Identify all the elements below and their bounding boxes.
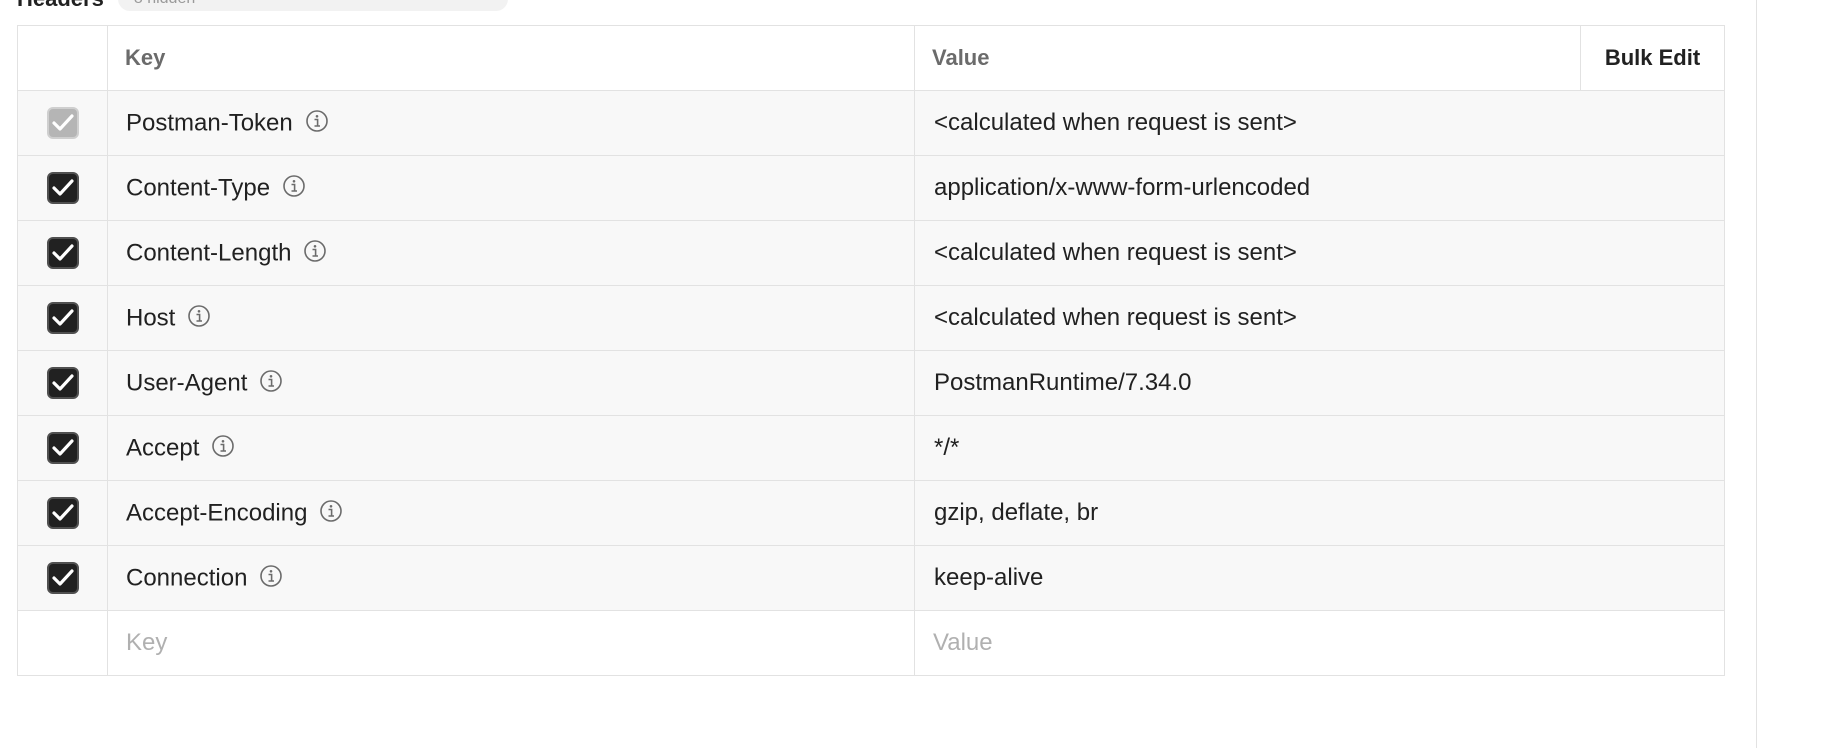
checkbox-column-header	[17, 25, 108, 91]
checkmark-icon	[51, 244, 74, 261]
header-enabled-checkbox[interactable]	[46, 562, 79, 594]
header-value[interactable]: */*	[914, 415, 1725, 481]
bulk-edit-button[interactable]: Bulk Edit	[1580, 25, 1725, 91]
hidden-headers-toggle[interactable]: 8 hidden	[117, 0, 508, 11]
header-row: Accept */*	[17, 415, 1725, 481]
panel-divider	[1756, 0, 1757, 748]
checkmark-icon	[51, 504, 74, 521]
header-value[interactable]: <calculated when request is sent>	[914, 220, 1725, 286]
header-enabled-checkbox[interactable]	[46, 497, 79, 529]
key-column-header: Key	[107, 25, 915, 91]
new-key-input[interactable]: Key	[107, 610, 915, 676]
header-enabled-checkbox[interactable]	[46, 432, 79, 464]
info-icon[interactable]	[259, 564, 283, 588]
info-icon[interactable]	[303, 239, 327, 263]
header-key-cell[interactable]: Content-Type	[107, 155, 915, 221]
header-row: Postman-Token <calculated when request is…	[17, 90, 1725, 156]
checkbox-cell	[17, 350, 108, 416]
value-column-header: Value	[914, 25, 1581, 91]
info-icon[interactable]	[187, 304, 211, 328]
header-value[interactable]: keep-alive	[914, 545, 1725, 611]
info-icon[interactable]	[211, 434, 235, 458]
headers-section-title: Headers	[17, 0, 104, 12]
header-key: Accept-Encoding	[126, 499, 308, 527]
checkbox-cell	[17, 155, 108, 221]
header-value[interactable]: gzip, deflate, br	[914, 480, 1725, 546]
checkmark-icon	[51, 374, 74, 391]
header-key: Host	[126, 304, 176, 332]
header-key: Content-Type	[126, 174, 271, 202]
checkmark-icon	[51, 114, 74, 131]
checkbox-cell	[17, 220, 108, 286]
header-key-cell[interactable]: Host	[107, 285, 915, 351]
checkbox-cell	[17, 90, 108, 156]
header-row: Content-Length <calculated when request i…	[17, 220, 1725, 286]
headers-panel: Headers 8 hidden Key Value Bulk Edit Pos…	[0, 0, 1846, 748]
header-row: Host <calculated when request is sent>	[17, 285, 1725, 351]
headers-table-body: Postman-Token <calculated when request is…	[17, 90, 1725, 676]
header-enabled-checkbox[interactable]	[46, 237, 79, 269]
new-row-checkbox-cell	[17, 610, 108, 676]
info-icon[interactable]	[259, 369, 283, 393]
header-key: Connection	[126, 564, 248, 592]
new-value-input[interactable]: Value	[914, 610, 1725, 676]
checkbox-cell	[17, 415, 108, 481]
header-key: Content-Length	[126, 239, 292, 267]
header-row: Connection keep-alive	[17, 545, 1725, 611]
checkbox-cell	[17, 480, 108, 546]
new-header-row: Key Value	[17, 610, 1725, 676]
header-enabled-checkbox[interactable]	[46, 367, 79, 399]
header-key-cell[interactable]: Postman-Token	[107, 90, 915, 156]
header-key-cell[interactable]: User-Agent	[107, 350, 915, 416]
header-key-cell[interactable]: Connection	[107, 545, 915, 611]
header-key-cell[interactable]: Accept	[107, 415, 915, 481]
header-row: User-Agent PostmanRuntime/7.34.0	[17, 350, 1725, 416]
header-value[interactable]: application/x-www-form-urlencoded	[914, 155, 1725, 221]
value-column-label: Value	[932, 45, 990, 70]
header-row: Accept-Encoding gzip, deflate, br	[17, 480, 1725, 546]
header-key: User-Agent	[126, 369, 248, 397]
checkbox-cell	[17, 545, 108, 611]
headers-table: Key Value Bulk Edit Postman-Token <calcul…	[17, 25, 1725, 676]
key-column-label: Key	[125, 45, 166, 70]
header-enabled-checkbox[interactable]	[46, 172, 79, 204]
header-key-cell[interactable]: Accept-Encoding	[107, 480, 915, 546]
header-value[interactable]: <calculated when request is sent>	[914, 285, 1725, 351]
info-icon[interactable]	[319, 499, 343, 523]
headers-table-header-row: Key Value Bulk Edit	[17, 25, 1725, 91]
info-icon[interactable]	[305, 109, 329, 133]
checkmark-icon	[51, 179, 74, 196]
header-enabled-checkbox	[46, 107, 79, 139]
header-key: Postman-Token	[126, 109, 293, 137]
checkmark-icon	[51, 309, 74, 326]
headers-section-header: Headers 8 hidden	[17, 0, 508, 12]
header-row: Content-Type application/x-www-form-urlen…	[17, 155, 1725, 221]
header-key-cell[interactable]: Content-Length	[107, 220, 915, 286]
info-icon[interactable]	[282, 174, 306, 198]
checkmark-icon	[51, 569, 74, 586]
header-value[interactable]: <calculated when request is sent>	[914, 90, 1725, 156]
header-value[interactable]: PostmanRuntime/7.34.0	[914, 350, 1725, 416]
checkmark-icon	[51, 439, 74, 456]
header-enabled-checkbox[interactable]	[46, 302, 79, 334]
checkbox-cell	[17, 285, 108, 351]
header-key: Accept	[126, 434, 200, 462]
